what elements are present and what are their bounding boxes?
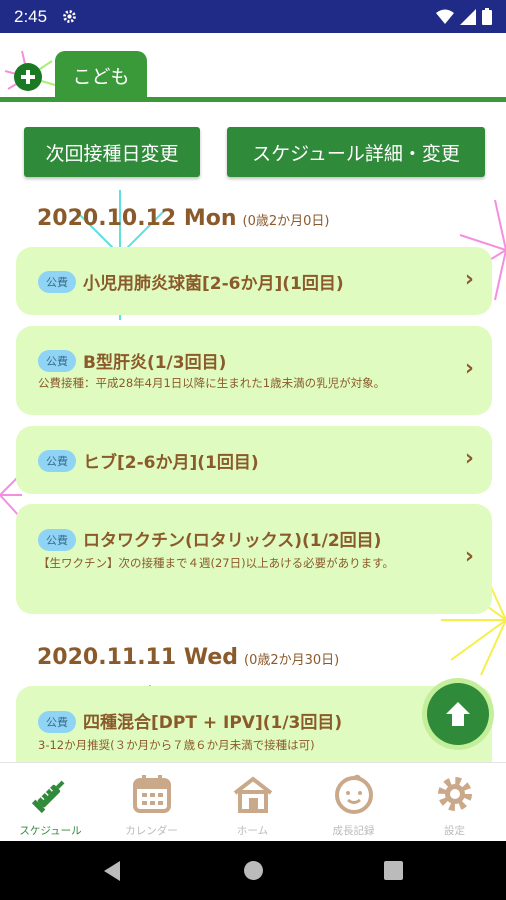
- nav-label: カレンダー: [125, 825, 178, 837]
- nav-label: ホーム: [236, 825, 269, 837]
- baby-face-icon: [334, 774, 373, 814]
- date-text: 2020.11.11 Wed: [37, 645, 238, 670]
- home-circle-icon[interactable]: [243, 860, 264, 881]
- settings-status-icon: [63, 10, 76, 23]
- signal-icon: [460, 8, 476, 25]
- vaccine-title: B型肝炎(1/3回目): [83, 353, 227, 373]
- vaccine-title: ロタワクチン(ロタリックス)(1/2回目): [83, 531, 382, 551]
- syringe-icon: [31, 780, 64, 814]
- wifi-icon: [436, 9, 454, 24]
- public-badge: 公費: [38, 711, 76, 733]
- back-icon[interactable]: [102, 860, 122, 882]
- status-bar: 2:45: [0, 0, 506, 33]
- vaccine-description: 3-12か月推奨(３か月から７歳６か月未満で接種は可): [38, 738, 315, 752]
- schedule-detail-button[interactable]: スケジュール詳細・変更: [227, 127, 485, 177]
- vaccine-title: ヒブ[2-6か月](1回目): [83, 453, 259, 473]
- change-next-date-button[interactable]: 次回接種日変更: [24, 127, 200, 177]
- public-badge: 公費: [38, 529, 76, 551]
- nav-settings[interactable]: 設定: [404, 763, 505, 842]
- nav-calendar[interactable]: カレンダー: [101, 763, 202, 842]
- age-text: (0歳2か月30日): [244, 653, 340, 668]
- date-heading: 2020.11.11 Wed (0歳2か月30日): [37, 645, 339, 670]
- vaccine-card[interactable]: 公費 ヒブ[2-6か月](1回目) ›: [16, 426, 492, 494]
- chevron-right-icon: ›: [464, 356, 474, 381]
- tab-underline: [0, 97, 506, 102]
- nav-label: 設定: [444, 825, 465, 837]
- home-icon: [233, 776, 272, 813]
- tab-child[interactable]: こども: [55, 51, 147, 99]
- chevron-right-icon: ›: [464, 267, 474, 292]
- child-tab-header: こども: [0, 33, 506, 105]
- vaccine-title: 小児用肺炎球菌[2-6か月](1回目): [83, 274, 344, 294]
- action-button-row: 次回接種日変更 スケジュール詳細・変更: [0, 127, 506, 177]
- nav-label: スケジュール: [19, 825, 82, 837]
- nav-growth[interactable]: 成長記録: [303, 763, 404, 842]
- nav-schedule[interactable]: スケジュール: [0, 763, 101, 842]
- vaccine-card[interactable]: 公費 B型肝炎(1/3回目) 公費接種：平成28年4月1日以降に生まれた1歳未満…: [16, 326, 492, 415]
- arrow-up-icon: [446, 702, 470, 726]
- vaccine-title: 四種混合[DPT + IPV](1/3回目): [83, 713, 343, 733]
- system-navigation-bar: [0, 841, 506, 900]
- plus-icon: [21, 70, 35, 84]
- add-child-button[interactable]: [14, 63, 42, 91]
- scroll-top-button[interactable]: [427, 683, 489, 745]
- chevron-right-icon: ›: [464, 446, 474, 471]
- nav-home[interactable]: ホーム: [202, 763, 303, 842]
- calendar-icon: [132, 775, 171, 813]
- age-text: (0歳2か月0日): [242, 214, 330, 229]
- vaccine-description: 公費接種：平成28年4月1日以降に生まれた1歳未満の乳児が対象。: [38, 376, 386, 390]
- public-badge: 公費: [38, 271, 76, 293]
- vaccine-card[interactable]: 公費 ロタワクチン(ロタリックス)(1/2回目) 【生ワクチン】次の接種まで４週…: [16, 504, 492, 614]
- date-text: 2020.10.12 Mon: [37, 206, 237, 231]
- public-badge: 公費: [38, 350, 76, 372]
- chevron-right-icon: ›: [464, 544, 474, 569]
- battery-icon: [482, 8, 492, 25]
- bottom-navigation: スケジュール カレンダー ホーム 成長記録 設定: [0, 762, 506, 841]
- status-time: 2:45: [14, 6, 48, 26]
- gear-icon: [437, 777, 472, 811]
- date-heading: 2020.10.12 Mon (0歳2か月0日): [37, 206, 329, 231]
- vaccine-card[interactable]: 公費 小児用肺炎球菌[2-6か月](1回目) ›: [16, 247, 492, 315]
- vaccine-description: 【生ワクチン】次の接種まで４週(27日)以上あける必要があります。: [38, 556, 394, 570]
- recents-icon[interactable]: [384, 861, 403, 880]
- vaccine-card[interactable]: 公費 四種混合[DPT + IPV](1/3回目) 3-12か月推奨(３か月から…: [16, 686, 492, 762]
- public-badge: 公費: [38, 450, 76, 472]
- nav-label: 成長記録: [332, 825, 375, 837]
